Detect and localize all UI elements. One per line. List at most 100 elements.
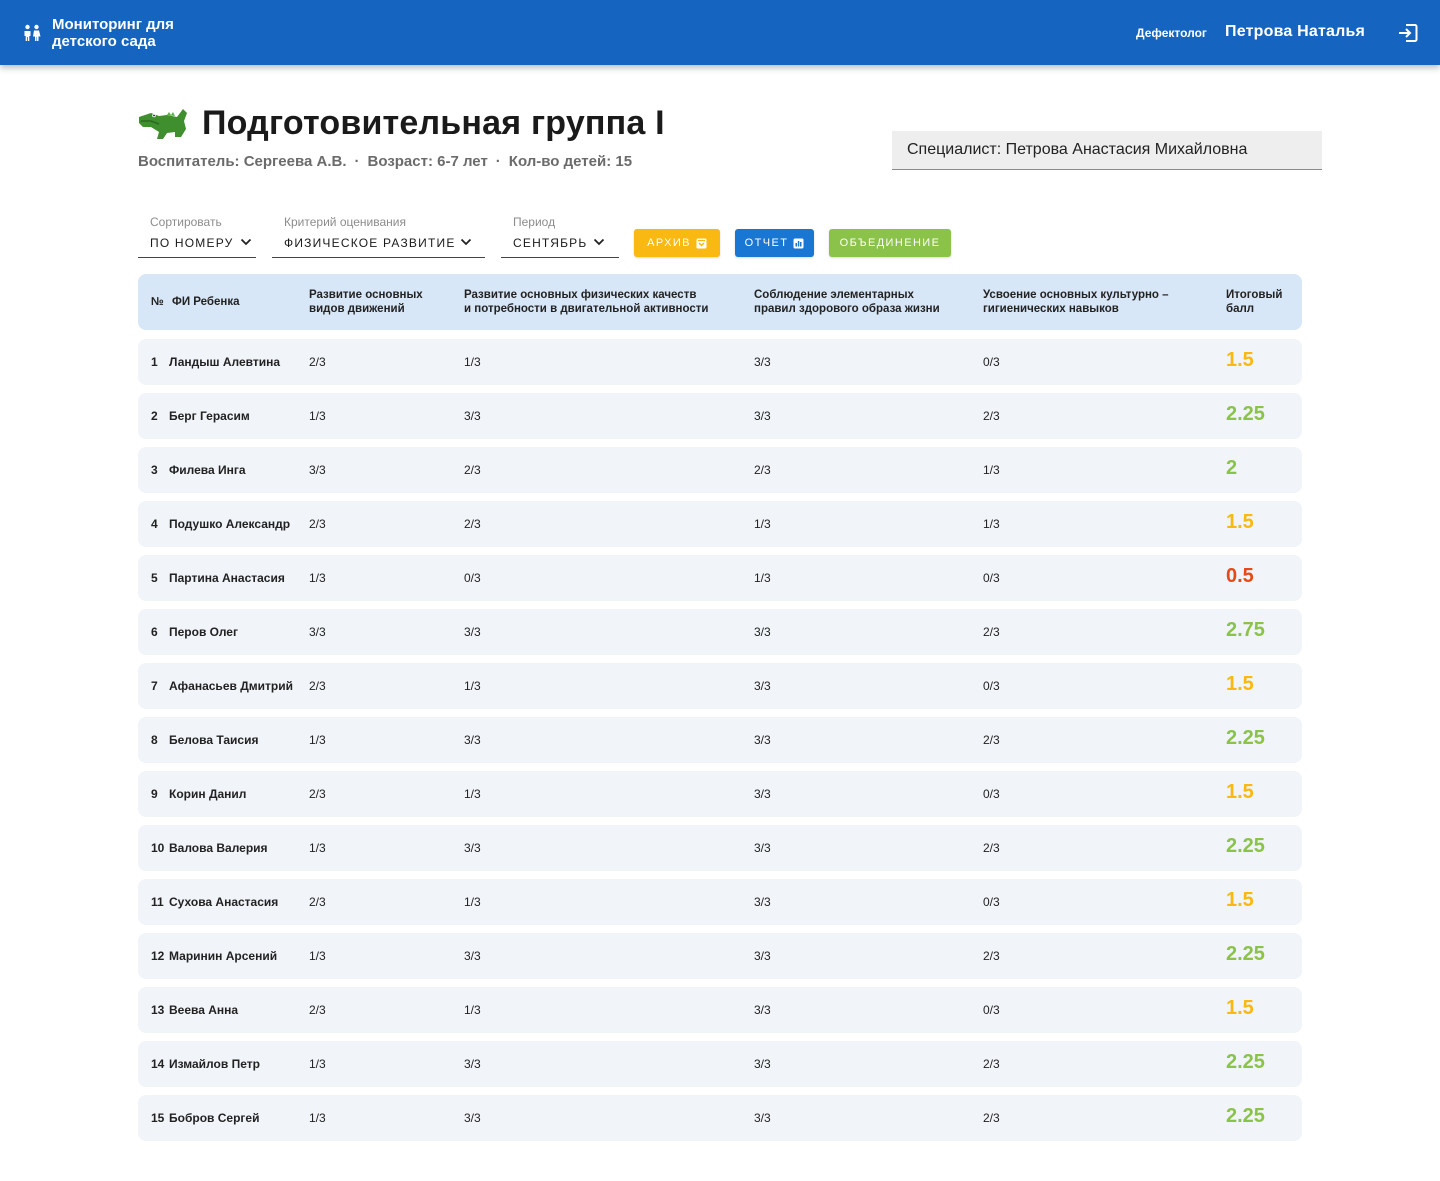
score-hygiene: 2/3 [983, 733, 1000, 747]
score-hygiene: 2/3 [983, 625, 1000, 639]
score-movements: 2/3 [309, 895, 326, 909]
column-name: ФИ Ребенка [172, 296, 240, 308]
score-physical-qualities: 2/3 [464, 463, 481, 477]
child-name: Маринин Арсений [169, 949, 278, 963]
children-icon [24, 24, 41, 41]
table-row[interactable]: 11 Сухова Анастасия 2/3 1/3 3/3 0/3 1.5 [138, 879, 1302, 925]
app-header: Мониторинг для детского сада Дефектолог … [0, 0, 1440, 65]
score-hygiene: 1/3 [983, 517, 1000, 531]
score-hygiene: 2/3 [983, 841, 1000, 855]
score-healthy-lifestyle: 3/3 [754, 355, 771, 369]
table-row[interactable]: 7 Афанасьев Дмитрий 2/3 1/3 3/3 0/3 1.5 [138, 663, 1302, 709]
period-select[interactable]: Период СЕНТЯБРЬ [501, 214, 619, 258]
child-name: Корин Данил [169, 787, 247, 801]
table-row[interactable]: 15 Бобров Сергей 1/3 3/3 3/3 2/3 2.25 [138, 1095, 1302, 1141]
child-name: Партина Анастасия [169, 571, 285, 585]
score-movements: 1/3 [309, 733, 326, 747]
total-score: 2.25 [1226, 835, 1265, 857]
column-movements-line2: видов движений [309, 303, 405, 315]
group-meta: Воспитатель: Сергеева А.В. · Возраст: 6-7 … [138, 153, 632, 170]
sort-select[interactable]: Сортировать ПО НОМЕРУ [138, 214, 256, 258]
merge-button[interactable]: ОБЪЕДИНЕНИЕ [829, 229, 951, 257]
column-total: Итоговый балл [1226, 288, 1282, 316]
child-name: Подушко Александр [169, 517, 291, 531]
archive-button[interactable]: АРХИВ [634, 229, 720, 257]
sort-value: ПО НОМЕРУ [150, 236, 234, 250]
total-score: 0.5 [1226, 565, 1254, 587]
column-hygiene: Усвоение основных культурно – гигиеничес… [983, 288, 1169, 316]
table-row[interactable]: 6 Перов Олег 3/3 3/3 3/3 2/3 2.75 [138, 609, 1302, 655]
score-movements: 3/3 [309, 463, 326, 477]
chevron-down-icon [240, 238, 252, 246]
meta-separator: · [354, 153, 360, 170]
table-row[interactable]: 5 Партина Анастасия 1/3 0/3 1/3 0/3 0.5 [138, 555, 1302, 601]
score-movements: 1/3 [309, 571, 326, 585]
total-score: 1.5 [1226, 349, 1254, 371]
table-row[interactable]: 8 Белова Таисия 1/3 3/3 3/3 2/3 2.25 [138, 717, 1302, 763]
column-physical-qualities-line1: Развитие основных физических качеств [464, 289, 697, 301]
score-movements: 2/3 [309, 517, 326, 531]
score-movements: 3/3 [309, 625, 326, 639]
brand[interactable]: Мониторинг для детского сада [22, 16, 202, 50]
table-row[interactable]: 13 Веева Анна 2/3 1/3 3/3 0/3 1.5 [138, 987, 1302, 1033]
row-number: 13 [151, 1003, 165, 1017]
column-healthy-lifestyle-line2: правил здорового образа жизни [754, 303, 940, 315]
table-row[interactable]: 12 Маринин Арсений 1/3 3/3 3/3 2/3 2.25 [138, 933, 1302, 979]
score-physical-qualities: 3/3 [464, 841, 481, 855]
table-row[interactable]: 3 Филева Инга 3/3 2/3 2/3 1/3 2 [138, 447, 1302, 493]
row-number: 8 [151, 733, 158, 747]
row-number: 7 [151, 679, 158, 693]
child-name: Афанасьев Дмитрий [169, 679, 293, 693]
user-name[interactable]: Петрова Наталья [1225, 23, 1365, 41]
column-total-line2: балл [1226, 303, 1255, 315]
score-physical-qualities: 1/3 [464, 895, 481, 909]
row-number: 2 [151, 409, 158, 423]
column-healthy-lifestyle-line1: Соблюдение элементарных [754, 289, 914, 301]
row-number: 5 [151, 571, 158, 585]
score-physical-qualities: 3/3 [464, 949, 481, 963]
score-movements: 1/3 [309, 949, 326, 963]
score-physical-qualities: 1/3 [464, 355, 481, 369]
age-info: Возраст: 6-7 лет [367, 153, 488, 170]
score-physical-qualities: 3/3 [464, 625, 481, 639]
child-name: Валова Валерия [169, 841, 268, 855]
total-score: 2.25 [1226, 1105, 1265, 1127]
score-movements: 2/3 [309, 679, 326, 693]
report-button[interactable]: ОТЧЕТ [735, 229, 814, 257]
specialist-field[interactable]: Специалист: Петрова Анастасия Михайловна [892, 131, 1322, 170]
score-healthy-lifestyle: 3/3 [754, 949, 771, 963]
table-row[interactable]: 2 Берг Герасим 1/3 3/3 3/3 2/3 2.25 [138, 393, 1302, 439]
score-physical-qualities: 1/3 [464, 787, 481, 801]
child-name: Белова Таисия [169, 733, 259, 747]
score-healthy-lifestyle: 3/3 [754, 1111, 771, 1125]
score-hygiene: 0/3 [983, 787, 1000, 801]
total-score: 2.25 [1226, 727, 1265, 749]
score-healthy-lifestyle: 2/3 [754, 463, 771, 477]
table-row[interactable]: 9 Корин Данил 2/3 1/3 3/3 0/3 1.5 [138, 771, 1302, 817]
page-title: Подготовительная группа I [202, 104, 665, 142]
table-row[interactable]: 1 Ландыш Алевтина 2/3 1/3 3/3 0/3 1.5 [138, 339, 1302, 385]
score-movements: 2/3 [309, 355, 326, 369]
logout-icon[interactable] [1396, 21, 1420, 45]
child-name: Филева Инга [169, 463, 246, 477]
total-score: 2.75 [1226, 619, 1265, 641]
score-healthy-lifestyle: 1/3 [754, 571, 771, 585]
criterion-select[interactable]: Критерий оценивания ФИЗИЧЕСКОЕ РАЗВИТИЕ [272, 214, 485, 258]
table-row[interactable]: 4 Подушко Александр 2/3 2/3 1/3 1/3 1.5 [138, 501, 1302, 547]
table-row[interactable]: 10 Валова Валерия 1/3 3/3 3/3 2/3 2.25 [138, 825, 1302, 871]
score-physical-qualities: 3/3 [464, 1057, 481, 1071]
row-number: 11 [151, 895, 164, 909]
row-number: 4 [151, 517, 158, 531]
report-icon [793, 238, 804, 248]
row-number: 10 [151, 841, 165, 855]
meta-separator: · [495, 153, 501, 170]
archive-icon [696, 238, 707, 248]
table-row[interactable]: 14 Измайлов Петр 1/3 3/3 3/3 2/3 2.25 [138, 1041, 1302, 1087]
row-number: 1 [151, 355, 158, 369]
score-healthy-lifestyle: 3/3 [754, 1057, 771, 1071]
app-title: Мониторинг для детского сада [52, 16, 174, 50]
total-score: 2 [1226, 457, 1238, 479]
score-movements: 2/3 [309, 787, 326, 801]
child-name: Бобров Сергей [169, 1111, 260, 1125]
score-movements: 2/3 [309, 1003, 326, 1017]
